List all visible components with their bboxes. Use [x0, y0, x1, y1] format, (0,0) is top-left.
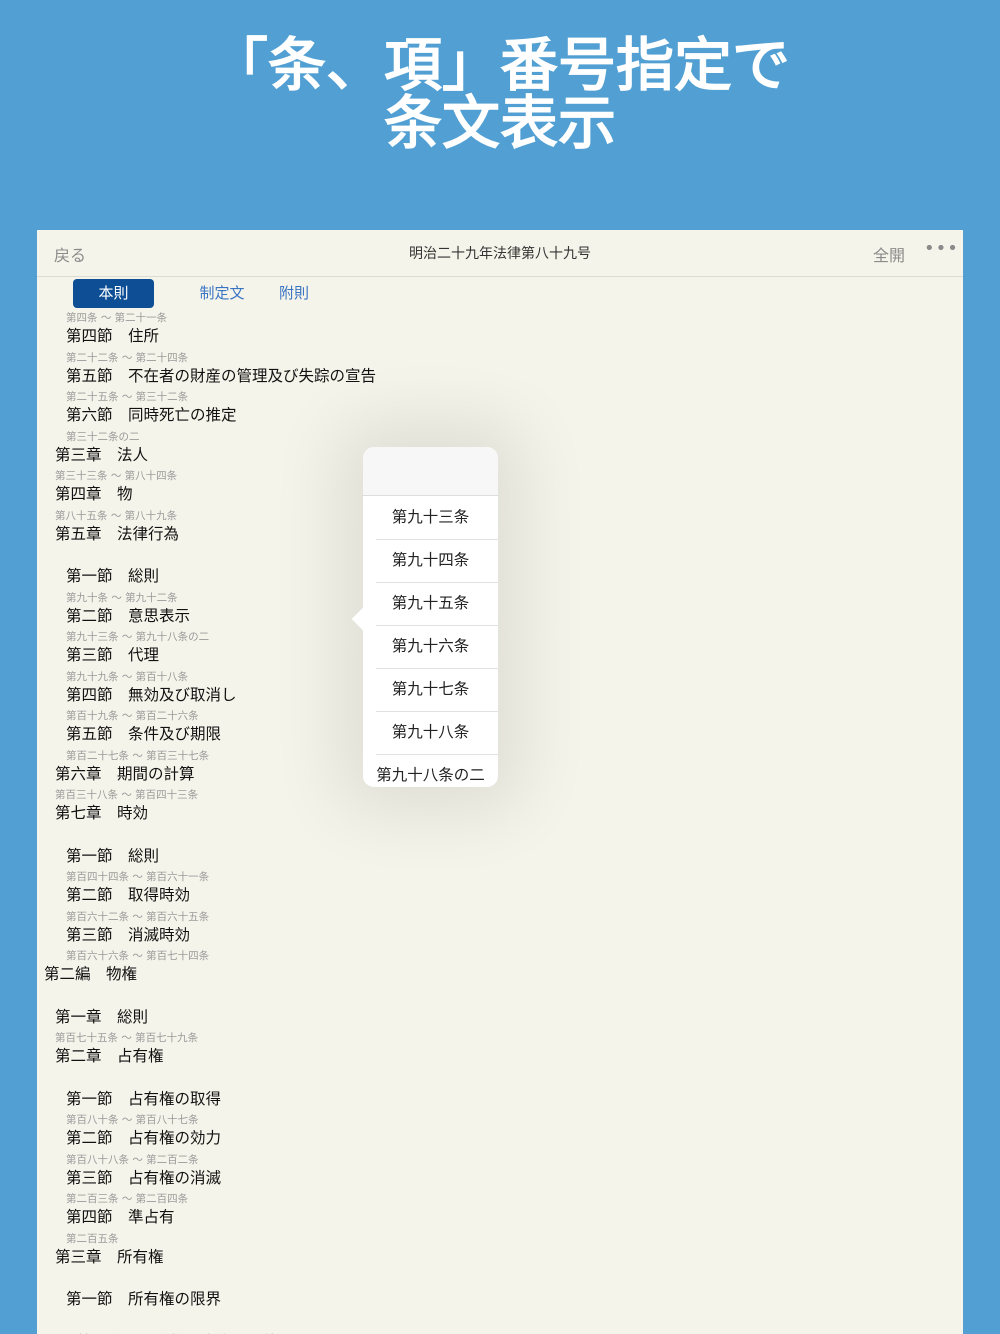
picker-separator	[376, 711, 498, 712]
article-range: 第百四十四条 ～ 第百六十一条	[66, 871, 210, 883]
toc-heading-item[interactable]: 第六節 同時死亡の推定	[66, 403, 237, 425]
article-range: 第百三十八条 ～ 第百四十三条	[55, 789, 199, 801]
toc-heading-item[interactable]: 第二編 物権	[44, 962, 137, 984]
article-number-input[interactable]	[363, 447, 498, 496]
article-range: 第四条 ～ 第二十一条	[66, 312, 168, 324]
app-window: 戻る 明治二十九年法律第八十九号 全開 ••• 本則 制定文 附則 第四条 ～ …	[37, 230, 963, 1334]
toc-heading-item[interactable]: 第三節 占有権の消滅	[66, 1166, 221, 1188]
article-range: 第百七十五条 ～ 第百七十九条	[55, 1032, 199, 1044]
toc-heading-item[interactable]: 第四章 物	[55, 482, 133, 504]
article-range: 第九十三条 ～ 第九十八条の二	[66, 631, 210, 643]
article-picker-popover: 第九十三条 第九十四条 第九十五条 第九十六条 第九十七条 第九十八条 第九十八条の二	[351, 447, 498, 787]
segment-tabs: 本則 制定文 附則	[37, 279, 963, 309]
toc-heading-item[interactable]: 第二章 占有権	[55, 1044, 164, 1066]
article-range: 第三十三条 ～ 第八十四条	[55, 470, 178, 482]
picker-separator	[376, 539, 498, 540]
toc-heading-item[interactable]: 第五節 不在者の財産の管理及び失踪の宣告	[66, 364, 376, 386]
picker-option[interactable]: 第九十八条の二	[363, 754, 498, 797]
picker-separator	[376, 582, 498, 583]
toc-heading-item[interactable]: 第一章 総則	[55, 1005, 148, 1027]
toc-heading-item[interactable]: 第四節 無効及び取消し	[66, 683, 237, 705]
toc-heading-item[interactable]: 第三節 消滅時効	[66, 923, 190, 945]
more-options-icon[interactable]: •••	[924, 238, 959, 259]
picker-option[interactable]: 第九十七条	[363, 668, 498, 711]
article-range: 第百六十二条 ～ 第百六十五条	[66, 910, 210, 923]
picker-separator	[376, 754, 498, 755]
article-range: 第九十九条 ～ 第百十八条	[66, 670, 189, 683]
tab-enactment-text[interactable]: 制定文	[177, 279, 267, 308]
picker-option[interactable]: 第九十五条	[363, 582, 498, 625]
toc-heading-item[interactable]: 第五章 法律行為	[55, 522, 179, 544]
picker-option[interactable]: 第九十六条	[363, 625, 498, 668]
toc-heading-item[interactable]: 第三章 法人	[55, 443, 148, 465]
toc-heading-item[interactable]: 第四節 準占有	[66, 1205, 175, 1227]
toc-heading-item[interactable]: 第二節 占有権の効力	[66, 1126, 221, 1148]
navigation-bar: 戻る 明治二十九年法律第八十九号 全開 •••	[37, 230, 963, 277]
article-range: 第二十二条 ～ 第二十四条	[66, 351, 189, 364]
toc-heading-item[interactable]: 第三節 代理	[66, 643, 159, 665]
picker-separator	[376, 625, 498, 626]
expand-all-button[interactable]: 全開	[873, 242, 905, 266]
toc-heading-item[interactable]: 第六章 期間の計算	[55, 762, 195, 784]
picker-separator	[376, 668, 498, 669]
article-range: 第三十二条の二	[66, 430, 140, 443]
toc-heading-item[interactable]: 第一節 総則	[66, 564, 159, 586]
picker-option[interactable]: 第九十三条	[363, 496, 498, 539]
article-range: 第二十五条 ～ 第三十二条	[66, 391, 189, 403]
toc-heading-item[interactable]: 第二節 取得時効	[66, 883, 190, 905]
article-range: 第九十条 ～ 第九十二条	[66, 591, 178, 604]
toc-heading-item[interactable]: 第一款 所有権の内容及び範囲	[77, 1330, 294, 1334]
toc-heading-item[interactable]: 第三章 所有権	[55, 1245, 164, 1267]
toc-heading-item[interactable]: 第七章 時効	[55, 801, 148, 823]
article-range: 第百二十七条 ～ 第百三十七条	[66, 749, 210, 762]
picker-option[interactable]: 第九十四条	[363, 539, 498, 582]
tab-supplementary-provisions[interactable]: 附則	[257, 279, 331, 308]
article-range: 第八十五条 ～ 第八十九条	[55, 509, 178, 522]
tab-main-provisions[interactable]: 本則	[73, 279, 154, 308]
picker-option[interactable]: 第九十八条	[363, 711, 498, 754]
headline: 「条、項」番号指定で 条文表示	[0, 36, 1000, 152]
toc-heading-item[interactable]: 第四節 住所	[66, 324, 159, 346]
toc-heading-item[interactable]: 第一節 所有権の限界	[66, 1287, 221, 1309]
article-range: 第百十九条 ～ 第百二十六条	[66, 710, 199, 722]
toc-heading-item[interactable]: 第二節 意思表示	[66, 604, 190, 626]
toc-heading-item[interactable]: 第五節 条件及び期限	[66, 722, 221, 744]
article-range: 第百六十六条 ～ 第百七十四条	[66, 950, 210, 962]
headline-line-1: 「条、項」番号指定で	[209, 31, 790, 99]
article-range: 第百八十条 ～ 第百八十七条	[66, 1114, 199, 1126]
toc-heading-item[interactable]: 第一節 占有権の取得	[66, 1087, 221, 1109]
headline-line-2: 条文表示	[383, 89, 616, 157]
toc-heading-item[interactable]: 第一節 総則	[66, 844, 159, 866]
article-range: 第二百三条 ～ 第二百四条	[66, 1193, 189, 1205]
article-range: 第二百五条	[66, 1232, 119, 1245]
law-title: 明治二十九年法律第八十九号	[409, 246, 591, 262]
article-range: 第百八十八条 ～ 第二百二条	[66, 1153, 199, 1166]
